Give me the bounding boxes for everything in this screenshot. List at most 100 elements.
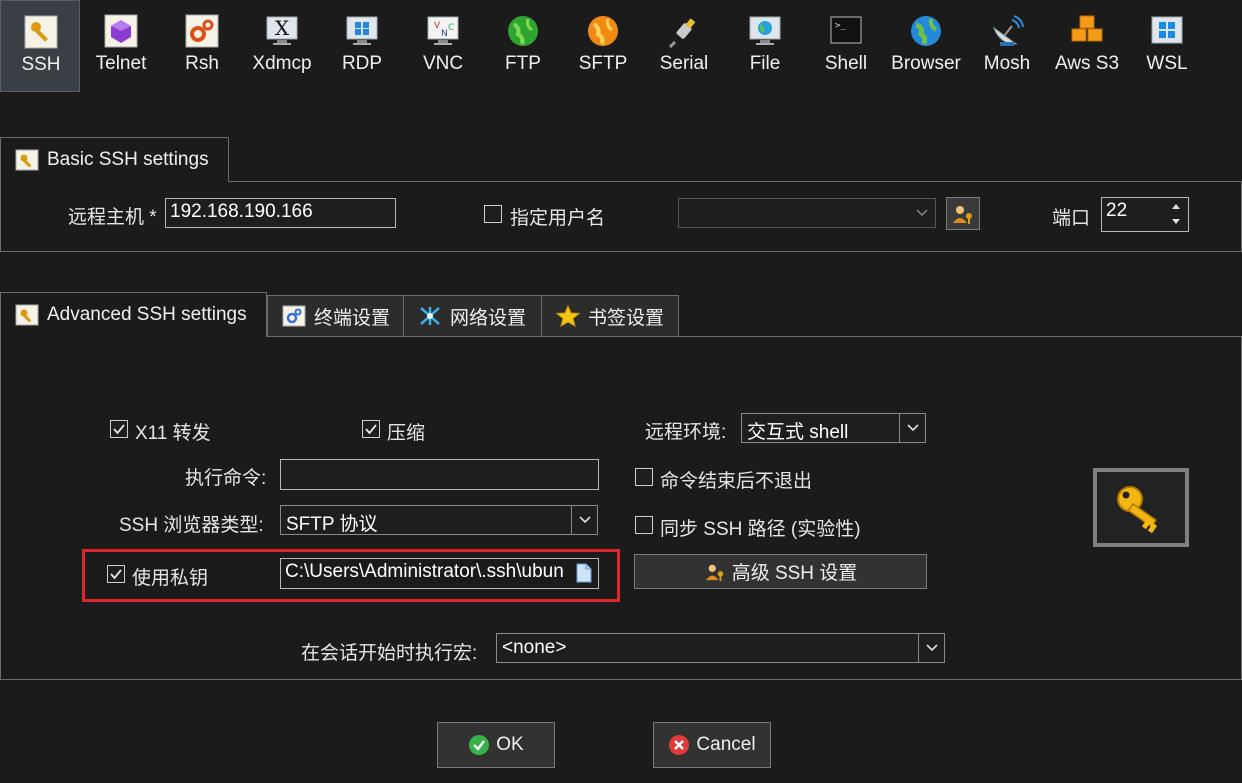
gears-icon <box>185 14 219 48</box>
aws-cubes-icon <box>1071 15 1103 42</box>
tab-bookmark-settings[interactable]: 书签设置 <box>541 295 679 337</box>
chevron-down-icon <box>899 414 925 442</box>
purple-gem-icon <box>104 14 138 48</box>
satellite-dish-icon <box>992 15 1024 46</box>
port-value: 22 <box>1106 200 1128 221</box>
tab-basic-ssh-settings[interactable]: Basic SSH settings <box>0 137 229 182</box>
toolbar-telnet[interactable]: Telnet <box>81 0 161 92</box>
network-icon <box>420 307 440 325</box>
private-key-checkbox[interactable] <box>107 565 125 583</box>
browser-globe-icon <box>911 16 941 46</box>
macro-label: 在会话开始时执行宏: <box>301 643 478 664</box>
green-globe-icon <box>508 16 538 46</box>
specify-user-label: 指定用户名 <box>510 208 606 229</box>
checkmark-icon <box>113 424 125 435</box>
shell-terminal-icon: >_ <box>830 16 862 44</box>
svg-text:N: N <box>441 29 448 39</box>
user-manager-button[interactable] <box>946 197 980 230</box>
exec-command-input[interactable] <box>280 459 599 490</box>
ok-button[interactable]: OK <box>437 722 555 768</box>
remote-env-label: 远程环境: <box>645 422 727 443</box>
macro-value: <none> <box>502 637 567 658</box>
private-key-label: 使用私钥 <box>132 568 209 589</box>
key-icon <box>15 149 39 171</box>
toolbar-shell[interactable]: >_ Shell <box>806 0 886 92</box>
browser-type-label: SSH 浏览器类型: <box>119 515 264 536</box>
star-icon <box>556 305 580 327</box>
exec-command-label: 执行命令: <box>185 468 267 489</box>
compression-checkbox[interactable] <box>362 420 380 438</box>
toolbar-serial[interactable]: Serial <box>644 0 724 92</box>
green-check-icon <box>469 735 490 755</box>
toolbar-ssh[interactable]: SSH <box>0 0 80 92</box>
spinner-arrows-icon[interactable] <box>1172 203 1180 225</box>
toolbar-browser[interactable]: Browser <box>886 0 966 92</box>
terminal-tab-label: 终端设置 <box>314 307 391 329</box>
file-browse-icon[interactable] <box>576 563 592 583</box>
chevron-down-icon <box>571 506 597 534</box>
port-label: 端口 <box>1052 208 1091 229</box>
compression-label: 压缩 <box>387 423 426 444</box>
advanced-tab-label: Advanced SSH settings <box>47 304 247 325</box>
x-monitor-icon: X <box>266 16 298 45</box>
port-spinner[interactable]: 22 <box>1101 197 1189 232</box>
tab-advanced-ssh-settings[interactable]: Advanced SSH settings <box>0 292 267 337</box>
key-icon <box>15 304 39 326</box>
browser-type-value: SFTP 协议 <box>286 514 378 535</box>
basic-tab-label: Basic SSH settings <box>47 149 209 170</box>
file-monitor-icon <box>749 16 781 45</box>
toolbar-wsl[interactable]: WSL <box>1127 0 1207 92</box>
remote-host-label: 远程主机 * <box>68 207 157 228</box>
toolbar-sftp[interactable]: SFTP <box>563 0 643 92</box>
large-key-icon <box>1117 486 1158 534</box>
toolbar-aws-s3[interactable]: Aws S3 <box>1047 0 1127 92</box>
private-key-path-input[interactable]: C:\Users\Administrator\.ssh\ubun <box>280 558 599 589</box>
windows-tile-icon <box>1151 16 1183 44</box>
specify-user-checkbox[interactable] <box>484 205 502 223</box>
svg-text:>_: >_ <box>835 21 846 31</box>
ssh-key-illustration <box>1093 468 1189 547</box>
svg-text:X: X <box>275 16 290 40</box>
no-exit-checkbox[interactable] <box>635 468 653 486</box>
remote-env-value: 交互式 shell <box>747 422 849 443</box>
advanced-ssh-settings-label: 高级 SSH 设置 <box>731 563 858 584</box>
toolbar-file[interactable]: File <box>725 0 805 92</box>
cancel-button[interactable]: Cancel <box>653 722 771 768</box>
toolbar-mosh[interactable]: Mosh <box>967 0 1047 92</box>
advanced-ssh-settings-button[interactable]: 高级 SSH 设置 <box>634 554 927 589</box>
tab-network-settings[interactable]: 网络设置 <box>403 295 542 337</box>
chevron-down-icon <box>909 199 935 227</box>
terminal-settings-icon <box>282 305 306 327</box>
remote-env-select[interactable]: 交互式 shell <box>741 413 926 443</box>
tab-terminal-settings[interactable]: 终端设置 <box>267 295 404 337</box>
macro-select[interactable]: <none> <box>496 633 945 663</box>
sync-path-label: 同步 SSH 路径 (实验性) <box>660 519 861 540</box>
advanced-settings-panel <box>0 336 1242 680</box>
checkmark-icon <box>365 424 377 435</box>
windows-monitor-icon <box>346 16 378 45</box>
chevron-down-icon <box>918 634 944 662</box>
red-x-icon <box>669 735 690 755</box>
bookmark-tab-label: 书签设置 <box>588 307 665 329</box>
no-exit-label: 命令结束后不退出 <box>660 471 813 492</box>
session-type-toolbar: SSH Telnet Rsh X Xdmcp RDP V N C VNC FTP… <box>0 0 1242 92</box>
private-key-path-value: C:\Users\Administrator\.ssh\ubun <box>285 561 564 582</box>
user-key-icon <box>705 564 723 581</box>
x11-forwarding-checkbox[interactable] <box>110 420 128 438</box>
username-combo[interactable] <box>678 198 936 228</box>
toolbar-rdp[interactable]: RDP <box>322 0 402 92</box>
x11-forwarding-label: X11 转发 <box>135 423 211 444</box>
remote-host-input[interactable]: 192.168.190.166 <box>165 198 396 228</box>
sync-path-checkbox[interactable] <box>635 516 653 534</box>
toolbar-xdmcp[interactable]: X Xdmcp <box>242 0 322 92</box>
serial-plug-icon <box>668 18 696 48</box>
svg-text:V: V <box>434 21 441 31</box>
toolbar-rsh[interactable]: Rsh <box>162 0 242 92</box>
network-tab-label: 网络设置 <box>450 307 527 329</box>
toolbar-ftp[interactable]: FTP <box>483 0 563 92</box>
browser-type-select[interactable]: SFTP 协议 <box>280 505 598 535</box>
orange-globe-icon <box>588 16 618 46</box>
cancel-label: Cancel <box>696 734 756 755</box>
ok-label: OK <box>496 734 524 755</box>
toolbar-vnc[interactable]: V N C VNC <box>403 0 483 92</box>
